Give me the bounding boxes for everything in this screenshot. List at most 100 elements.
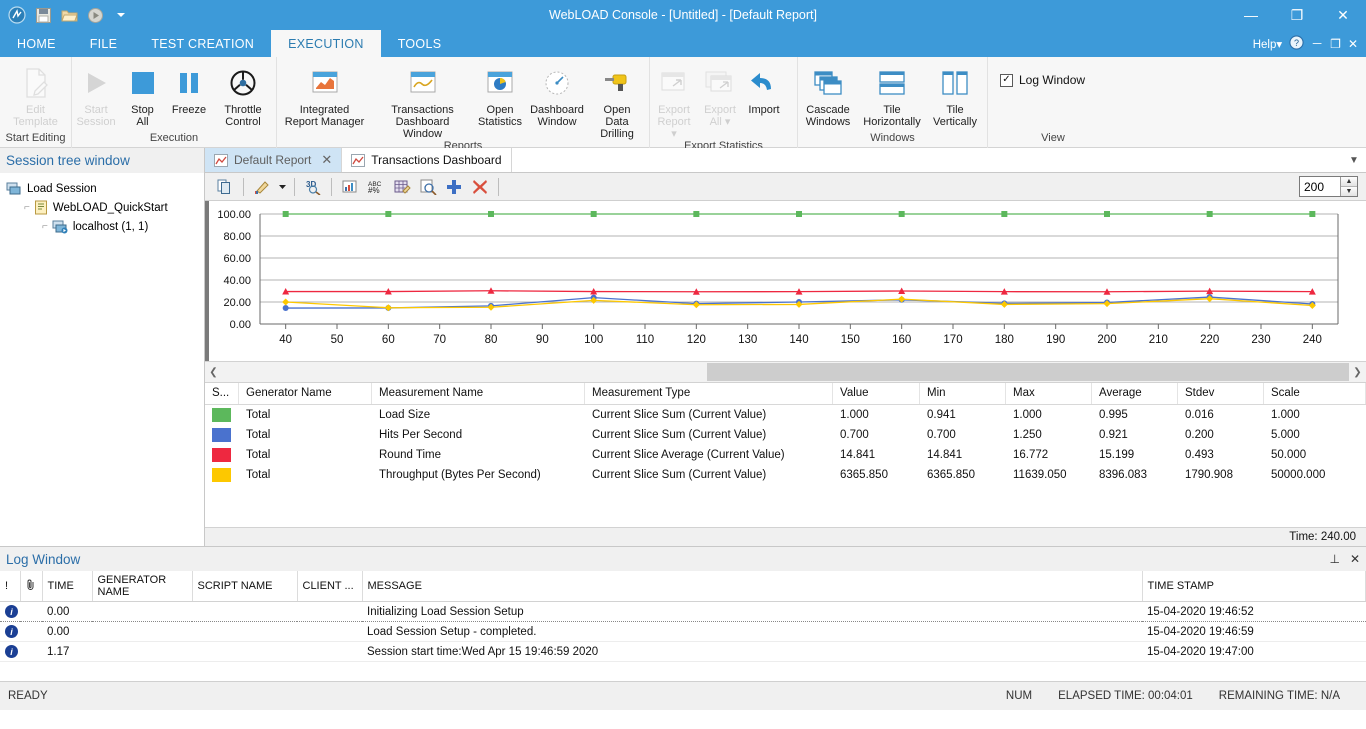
col-max[interactable]: Max: [1005, 383, 1092, 405]
tree-node-weblo-quickstart[interactable]: ⌐ WebLOAD_QuickStart: [4, 198, 204, 217]
table-row[interactable]: Total Round Time Current Slice Average (Cu…: [205, 445, 1366, 465]
log-row[interactable]: i 1.17 Session start time:Wed Apr 15 19:46…: [0, 641, 1366, 662]
tab-execution[interactable]: EXECUTION: [271, 30, 381, 57]
open-data-drilling-button[interactable]: Open Data Drilling: [587, 61, 647, 140]
app-restore-button[interactable]: ❐: [1330, 37, 1341, 51]
run-icon[interactable]: [84, 4, 106, 26]
scrollbar-thumb[interactable]: [706, 363, 1349, 381]
tab-file[interactable]: FILE: [73, 30, 135, 57]
log-col-client[interactable]: CLIENT ...: [297, 571, 363, 602]
save-icon[interactable]: [32, 4, 54, 26]
minimize-button[interactable]: —: [1228, 0, 1274, 30]
table-row[interactable]: Total Hits Per Second Current Slice Sum (C…: [205, 425, 1366, 445]
dashboard-window-button[interactable]: Dashboard Window: [527, 61, 587, 128]
tree-node-localhost[interactable]: ⌐ localhost (1, 1): [4, 217, 204, 236]
log-window-checkbox-row[interactable]: ✓ Log Window: [988, 61, 1085, 87]
cascade-windows-button[interactable]: Cascade Windows: [798, 61, 858, 128]
app-minimize-button[interactable]: －: [1311, 35, 1323, 52]
add-measurement-icon[interactable]: [442, 176, 466, 198]
quick-access-toolbar[interactable]: [0, 4, 132, 26]
tab-home[interactable]: HOME: [0, 30, 73, 57]
import-button[interactable]: Import: [742, 61, 786, 116]
log-window-close-icon[interactable]: ✕: [1350, 552, 1360, 566]
start-session-button[interactable]: Start Session: [72, 61, 120, 128]
chart-horizontal-scrollbar[interactable]: ❮ ❯: [205, 361, 1366, 383]
dropdown-caret-icon[interactable]: [276, 176, 288, 198]
log-col-generator-name[interactable]: GENERATOR NAME: [92, 571, 193, 602]
col-generator-name[interactable]: Generator Name: [238, 383, 372, 405]
col-average[interactable]: Average: [1091, 383, 1178, 405]
log-col-severity[interactable]: !: [0, 571, 21, 602]
grid-edit-icon[interactable]: [390, 176, 414, 198]
close-button[interactable]: ✕: [1320, 0, 1366, 30]
statistics-grid[interactable]: S... Generator Name Measurement Name Mea…: [205, 383, 1366, 546]
col-scale[interactable]: Scale: [1263, 383, 1366, 405]
tree-node-load-session[interactable]: Load Session: [4, 179, 204, 198]
cell-min: 6365.850: [927, 468, 975, 481]
col-stdev[interactable]: Stdev: [1177, 383, 1264, 405]
app-close-button[interactable]: ✕: [1348, 37, 1358, 51]
table-row[interactable]: Total Load Size Current Slice Sum (Current…: [205, 404, 1366, 425]
tile-horizontally-button[interactable]: Tile Horizontally: [858, 61, 926, 128]
spinner-buttons[interactable]: ▲ ▼: [1340, 177, 1357, 196]
log-row[interactable]: i 0.00 Initializing Load Session Setup 15-0…: [0, 601, 1366, 622]
doc-tab-overflow-caret-icon[interactable]: ▼: [1342, 148, 1366, 172]
table-row[interactable]: Total Throughput (Bytes Per Second) Curren…: [205, 465, 1366, 485]
doc-tab-close-icon[interactable]: ✕: [321, 152, 332, 168]
window-controls[interactable]: — ❐ ✕: [1228, 0, 1366, 30]
col-min[interactable]: Min: [919, 383, 1006, 405]
sample-count-value[interactable]: 200: [1300, 177, 1340, 196]
log-window-header-buttons[interactable]: ⊥ ✕: [1329, 552, 1360, 566]
spinner-down-button[interactable]: ▼: [1341, 187, 1357, 196]
scroll-left-icon[interactable]: ❮: [205, 362, 222, 382]
freeze-button[interactable]: Freeze: [165, 61, 213, 116]
abc-percent-icon[interactable]: ABC #%: [364, 176, 388, 198]
toolbar-separator: [243, 177, 244, 196]
log-col-script-name[interactable]: SCRIPT NAME: [192, 571, 298, 602]
pin-icon[interactable]: ⊥: [1329, 552, 1339, 566]
integrated-report-manager-button[interactable]: Integrated Report Manager: [277, 61, 372, 128]
session-tree-body[interactable]: Load Session ⌐ WebLOAD_QuickStart ⌐ loca…: [0, 173, 204, 546]
scrollbar-track[interactable]: [222, 362, 1349, 382]
col-measurement-name[interactable]: Measurement Name: [371, 383, 585, 405]
edit-template-button[interactable]: Edit Template: [0, 61, 71, 128]
open-folder-icon[interactable]: [58, 4, 80, 26]
export-all-button[interactable]: Export All ▾: [698, 61, 742, 128]
log-window-checkbox[interactable]: ✓: [1000, 73, 1013, 87]
spinner-up-button[interactable]: ▲: [1341, 177, 1357, 187]
log-col-time[interactable]: TIME: [42, 571, 93, 602]
tile-vertically-button[interactable]: Tile Vertically: [926, 61, 984, 128]
weblogo-icon[interactable]: [6, 4, 28, 26]
log-col-message[interactable]: MESSAGE: [362, 571, 1143, 602]
question-mark-icon[interactable]: ?: [1289, 34, 1304, 53]
log-col-timestamp[interactable]: TIME STAMP: [1142, 571, 1366, 602]
edit-chart-icon[interactable]: [250, 176, 274, 198]
col-measurement-type[interactable]: Measurement Type: [584, 383, 833, 405]
col-value[interactable]: Value: [832, 383, 920, 405]
log-row[interactable]: i 0.00 Load Session Setup - completed. 15-0…: [0, 621, 1366, 642]
help-menu[interactable]: Help▾: [1253, 37, 1282, 51]
throttle-control-button[interactable]: Throttle Control: [213, 61, 273, 128]
remove-measurement-icon[interactable]: [468, 176, 492, 198]
three-d-view-icon[interactable]: 3D: [301, 176, 325, 198]
export-report-button[interactable]: Export Report ▾: [650, 61, 698, 140]
tab-test-creation[interactable]: TEST CREATION: [134, 30, 271, 57]
copy-icon[interactable]: [213, 176, 237, 198]
stop-all-button[interactable]: Stop All: [120, 61, 165, 128]
tab-tools[interactable]: TOOLS: [381, 30, 459, 57]
cell-type: Current Slice Sum (Current Value): [592, 408, 767, 421]
restore-button[interactable]: ❐: [1274, 0, 1320, 30]
scroll-right-icon[interactable]: ❯: [1349, 362, 1366, 382]
export-all-icon: [705, 63, 735, 103]
open-statistics-button[interactable]: Open Statistics: [473, 61, 527, 128]
attachment-icon[interactable]: [20, 571, 43, 602]
doc-tab-transactions-dashboard[interactable]: Transactions Dashboard: [342, 148, 512, 172]
chart-properties-icon[interactable]: [338, 176, 362, 198]
customize-caret-icon[interactable]: [110, 4, 132, 26]
zoom-inspect-icon[interactable]: [416, 176, 440, 198]
transactions-dashboard-window-button[interactable]: Transactions Dashboard Window: [372, 61, 473, 140]
col-series[interactable]: S...: [205, 383, 239, 405]
doc-tab-default-report[interactable]: Default Report ✕: [205, 148, 343, 172]
report-chart[interactable]: 0.00 20.00 40.00 60.00 80.00 100.00 40 50 60 70 80…: [205, 201, 1366, 361]
sample-count-spinner[interactable]: 200 ▲ ▼: [1299, 176, 1358, 197]
